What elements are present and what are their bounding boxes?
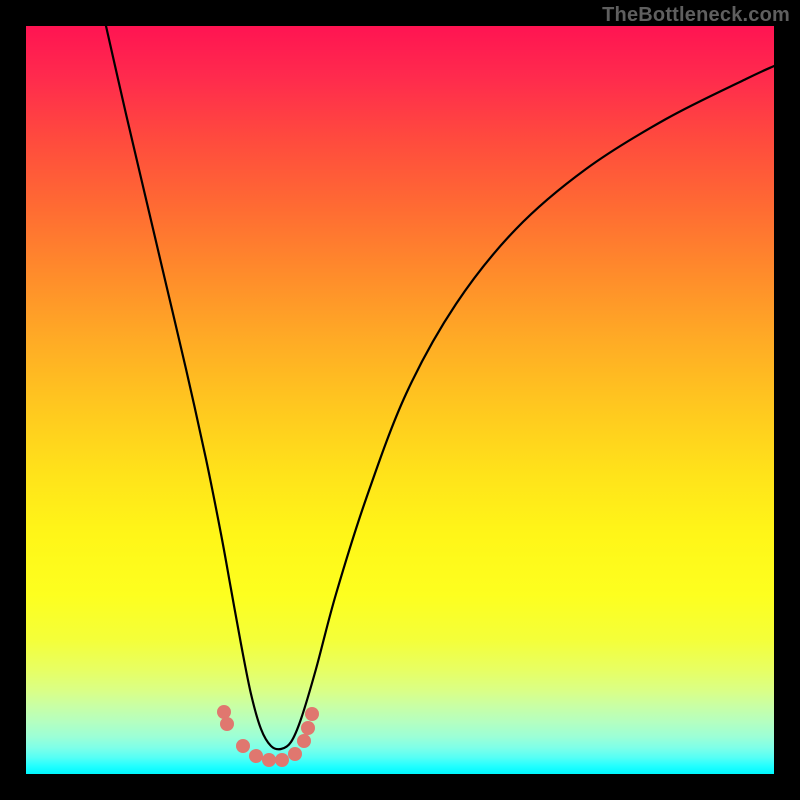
marker-7: [288, 747, 302, 761]
marker-5: [262, 753, 276, 767]
marker-4: [249, 749, 263, 763]
bottleneck-curve: [106, 26, 774, 749]
marker-3: [236, 739, 250, 753]
marker-1: [217, 705, 231, 719]
marker-10: [305, 707, 319, 721]
marker-2: [220, 717, 234, 731]
bottleneck-chart-svg: [26, 26, 774, 774]
watermark-text: TheBottleneck.com: [602, 4, 790, 27]
marker-9: [301, 721, 315, 735]
chart-frame: TheBottleneck.com: [0, 0, 800, 800]
marker-6: [275, 753, 289, 767]
marker-8: [297, 734, 311, 748]
chart-plot-area: [26, 26, 774, 774]
